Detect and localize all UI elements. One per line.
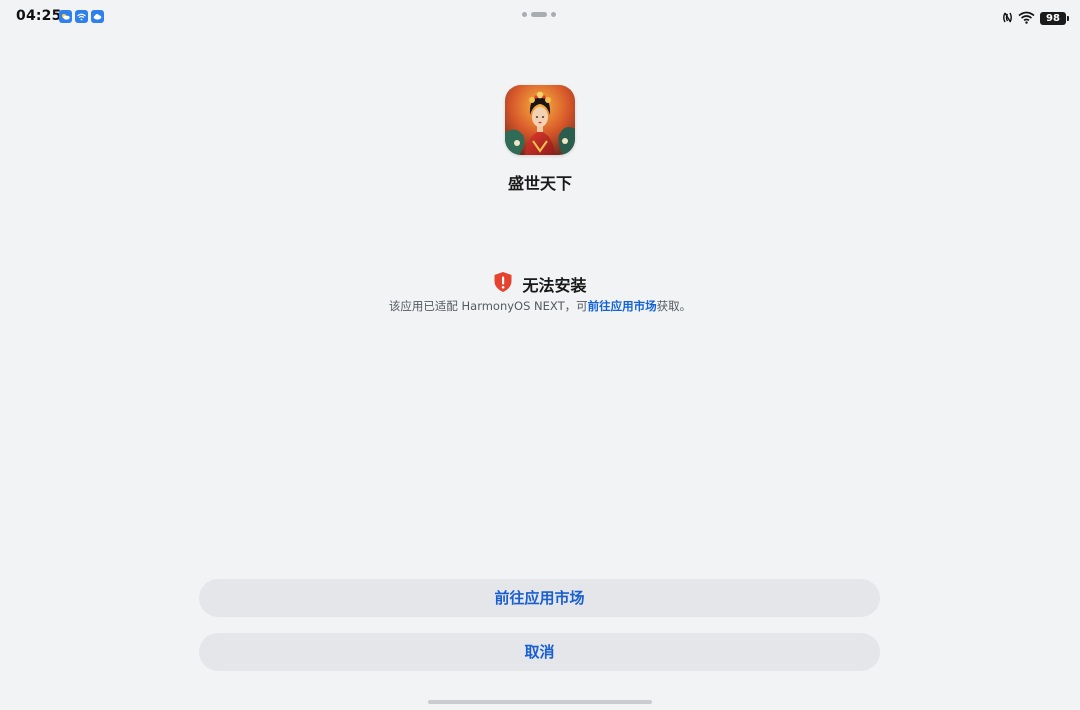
status-bar: 04:25 98 — [0, 0, 1080, 34]
page-indicator — [522, 12, 556, 17]
install-dialog-screen: 04:25 98 盛世天下 无法安装 该应用已适配 HarmonyOS NEXT… — [0, 0, 1080, 710]
weather-icon — [59, 10, 72, 23]
nfc-icon — [1002, 9, 1013, 28]
app-name: 盛世天下 — [507, 174, 572, 193]
install-status-description: 该应用已适配 HarmonyOS NEXT，可前往应用市场获取。 — [0, 298, 1080, 314]
install-status-row: 无法安装 — [0, 271, 1080, 297]
wifi-notification-icon — [75, 10, 88, 23]
status-time: 04:25 — [16, 8, 62, 24]
app-icon — [505, 85, 575, 155]
notification-icons — [59, 10, 104, 23]
status-right-icons: 98 — [1002, 9, 1069, 28]
shield-warning-icon — [493, 271, 513, 297]
page-dot — [551, 12, 556, 17]
cancel-button[interactable]: 取消 — [199, 633, 880, 671]
page-dot-active — [531, 12, 547, 17]
cloud-icon — [91, 10, 104, 23]
battery-indicator: 98 — [1040, 12, 1069, 25]
home-indicator[interactable] — [428, 700, 652, 704]
install-status-title: 无法安装 — [522, 276, 587, 295]
description-text: 该应用已适配 HarmonyOS NEXT，可 — [388, 299, 588, 313]
go-to-app-market-button[interactable]: 前往应用市场 — [199, 579, 880, 617]
page-dot — [522, 12, 527, 17]
description-text-end: 获取。 — [656, 299, 692, 313]
app-market-link[interactable]: 前往应用市场 — [588, 299, 657, 313]
wifi-icon — [1018, 9, 1035, 28]
